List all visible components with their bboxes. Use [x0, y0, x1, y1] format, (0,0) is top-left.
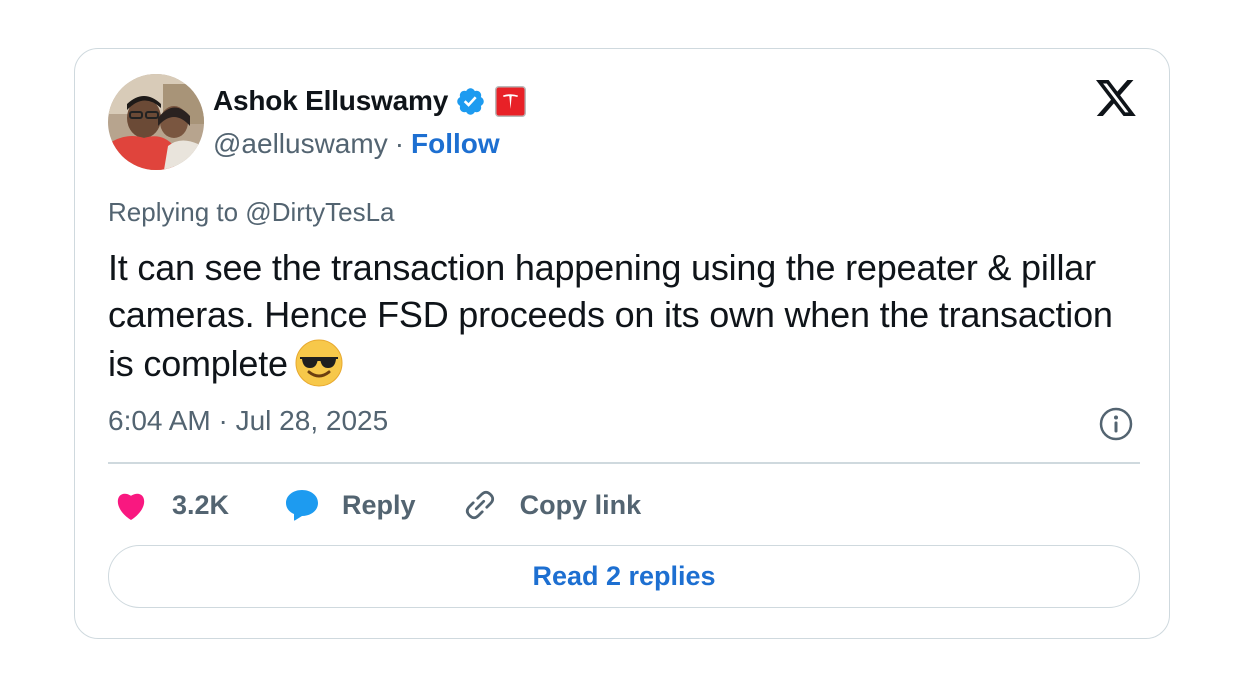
replying-to-label[interactable]: Replying to @DirtyTesLa	[108, 197, 395, 228]
like-button[interactable]: 3.2K	[114, 489, 229, 521]
reply-label: Reply	[342, 489, 416, 520]
separator-dot: ·	[394, 128, 405, 159]
x-logo-icon[interactable]	[1094, 80, 1138, 120]
tweet-timestamp[interactable]: 6:04 AM · Jul 28, 2025	[108, 405, 388, 437]
tweet-text: It can see the transaction happening usi…	[108, 244, 1128, 388]
heart-icon	[117, 493, 145, 521]
copy-link-label: Copy link	[519, 489, 642, 520]
author-handle[interactable]: @aelluswamy	[213, 128, 388, 160]
avatar[interactable]	[108, 74, 204, 170]
tweet-embed-card: Ashok Elluswamy @aelluswamy · Follow Rep…	[74, 48, 1170, 639]
author-display-name[interactable]: Ashok Elluswamy	[213, 85, 448, 117]
sunglasses-emoji-icon	[294, 338, 344, 388]
verified-badge-icon	[455, 86, 486, 117]
tweet-body: It can see the transaction happening usi…	[108, 247, 1113, 384]
reply-button[interactable]: Reply	[284, 487, 416, 523]
follow-link[interactable]: Follow	[411, 128, 500, 160]
reply-bubble-icon	[286, 490, 319, 521]
author-handle-row: @aelluswamy · Follow	[213, 126, 500, 162]
info-icon[interactable]	[1098, 406, 1134, 442]
read-replies-label: Read 2 replies	[532, 561, 716, 591]
divider	[108, 462, 1140, 464]
tesla-logo-icon[interactable]	[495, 85, 527, 117]
action-bar: 3.2K Reply Copy link	[108, 481, 641, 529]
copy-link-button[interactable]: Copy link	[462, 487, 642, 523]
read-replies-button[interactable]: Read 2 replies	[108, 545, 1140, 608]
like-count: 3.2K	[172, 489, 230, 520]
author-name-row: Ashok Elluswamy	[213, 81, 527, 121]
link-icon	[465, 490, 494, 520]
